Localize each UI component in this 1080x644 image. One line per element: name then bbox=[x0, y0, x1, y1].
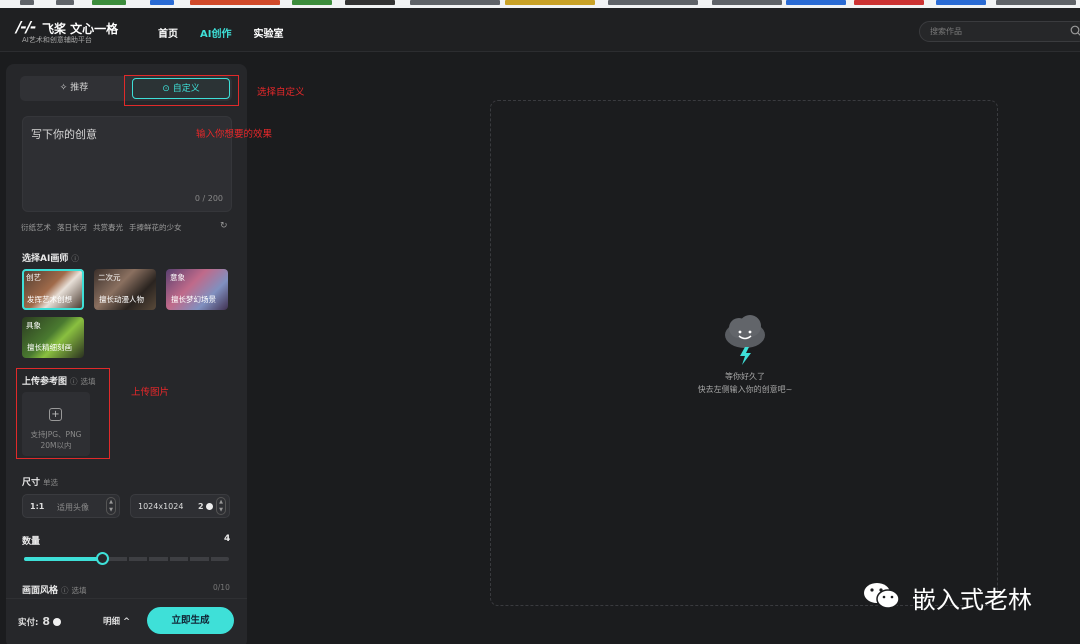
sample-prompt[interactable]: 落日长河 bbox=[57, 222, 87, 233]
quantity-slider-track[interactable] bbox=[24, 557, 229, 561]
points-detail-toggle[interactable]: 明细 ^ bbox=[103, 615, 130, 627]
artist-card-creative[interactable]: 创艺 发挥艺术创想 bbox=[22, 269, 84, 310]
sparkle-icon: ✧ bbox=[59, 83, 71, 93]
artist-desc: 擅长梦幻场景 bbox=[171, 295, 216, 304]
cloud-lightning-icon bbox=[725, 315, 765, 365]
artist-card-anime[interactable]: 二次元 擅长动漫人物 bbox=[94, 269, 156, 310]
artist-tag: 具象 bbox=[26, 321, 41, 330]
search-icon[interactable] bbox=[1070, 25, 1080, 37]
artist-desc: 发挥艺术创想 bbox=[27, 295, 72, 304]
ratio-desc: 适用头像 bbox=[57, 503, 89, 512]
ratio-value: 1:1 bbox=[30, 502, 45, 511]
size-section-title: 尺寸 单选 bbox=[22, 475, 58, 488]
sample-prompt[interactable]: 衍纸艺术 bbox=[21, 222, 51, 233]
size-section-label: 尺寸 bbox=[22, 478, 41, 488]
nav-lab[interactable]: 实验室 bbox=[253, 25, 283, 40]
resolution-cost: 2 bbox=[198, 502, 213, 511]
style-section-title: 画面风格 ⓘ 选填 bbox=[22, 583, 87, 596]
artist-card-dream[interactable]: 意象 擅长梦幻场景 bbox=[166, 269, 228, 310]
style-section-label: 画面风格 bbox=[22, 586, 59, 596]
stepper-icon[interactable]: ▲ ▼ bbox=[216, 497, 226, 515]
logo-subtitle: AI艺术和创意辅助平台 bbox=[22, 36, 92, 44]
quantity-slider-fill bbox=[24, 557, 102, 561]
resolution-select[interactable]: 1024x1024 2 ▲ ▼ bbox=[130, 494, 230, 518]
sample-prompt[interactable]: 手捧鲜花的少女 bbox=[129, 222, 182, 233]
watermark-text: 嵌入式老林 bbox=[912, 586, 1032, 614]
artist-tag: 创艺 bbox=[26, 273, 41, 282]
slider-segment-divider bbox=[208, 557, 211, 561]
slider-segment-divider bbox=[147, 557, 149, 561]
style-optional-hint: 选填 bbox=[71, 586, 87, 595]
annotation-input-effect: 输入你想要的效果 bbox=[196, 129, 273, 140]
slider-segment-divider bbox=[188, 557, 190, 561]
tab-recommend[interactable]: ✧ 推荐 bbox=[22, 78, 126, 99]
annotation-select-custom: 选择自定义 bbox=[257, 87, 305, 98]
tab-recommend-label: 推荐 bbox=[70, 83, 89, 93]
stepper-icon[interactable]: ▲ ▼ bbox=[106, 497, 116, 515]
annotation-box-upload bbox=[16, 368, 110, 459]
quantity-value: 4 bbox=[224, 534, 231, 544]
points-label: 实付: bbox=[18, 618, 39, 628]
style-counter: 0/10 bbox=[213, 583, 230, 592]
search-placeholder: 搜索作品 bbox=[930, 27, 962, 36]
info-icon: ⓘ bbox=[61, 586, 69, 595]
app-header: /-/- 飞桨 文心一格 AI艺术和创意辅助平台 首页 AI创作 实验室 搜索作… bbox=[0, 8, 1080, 52]
artist-section-label: 选择AI画师 bbox=[22, 254, 69, 264]
wechat-icon bbox=[864, 583, 900, 609]
prompt-counter: 0 / 200 bbox=[194, 194, 223, 203]
quantity-slider-handle[interactable] bbox=[95, 552, 109, 565]
result-canvas: 等你好久了 快去左侧输入你的创意吧~ bbox=[490, 100, 998, 606]
search-input[interactable]: 搜索作品 bbox=[919, 21, 1080, 42]
size-single-hint: 单选 bbox=[43, 478, 59, 487]
nav-home[interactable]: 首页 bbox=[158, 25, 178, 40]
refresh-icon[interactable]: ↻ bbox=[220, 221, 228, 231]
info-icon: ⓘ bbox=[71, 254, 79, 263]
empty-state-title: 等你好久了 bbox=[725, 372, 765, 381]
points-value: 8 bbox=[42, 615, 51, 628]
artist-card-concrete[interactable]: 具象 擅长精细刻画 bbox=[22, 317, 84, 358]
slider-segment-divider bbox=[126, 557, 129, 561]
coin-icon bbox=[205, 503, 213, 510]
main-nav: 首页 AI创作 实验室 bbox=[158, 25, 283, 40]
points-summary: 实付: 8 bbox=[18, 615, 62, 628]
annotation-box-custom bbox=[124, 75, 239, 106]
resolution-cost-value: 2 bbox=[198, 502, 204, 511]
coin-icon bbox=[53, 618, 62, 626]
artist-section-title: 选择AI画师 ⓘ bbox=[22, 251, 79, 264]
ratio-select[interactable]: 1:1 适用头像 ▲ ▼ bbox=[22, 494, 120, 518]
resolution-value: 1024x1024 bbox=[138, 502, 184, 511]
artist-desc: 擅长动漫人物 bbox=[99, 295, 144, 304]
panel-footer: 实付: 8 明细 ^ 立即生成 bbox=[6, 598, 247, 644]
generate-button[interactable]: 立即生成 bbox=[147, 607, 234, 634]
creation-panel: ✧ 推荐 ⊙ 自定义 写下你的创意 0 / 200 衍纸艺术 落日长河 共赏春光… bbox=[6, 64, 247, 644]
prompt-placeholder: 写下你的创意 bbox=[31, 128, 97, 141]
logo-mark-icon: /-/- bbox=[16, 18, 36, 36]
browser-bookmarks-bar bbox=[0, 0, 1080, 8]
quantity-label: 数量 bbox=[22, 537, 41, 547]
sample-prompt[interactable]: 共赏春光 bbox=[93, 222, 123, 233]
empty-state-subtitle: 快去左侧输入你的创意吧~ bbox=[697, 385, 793, 394]
artist-tag: 意象 bbox=[170, 273, 185, 282]
artist-desc: 擅长精细刻画 bbox=[27, 343, 72, 352]
nav-ai-create[interactable]: AI创作 bbox=[200, 25, 231, 40]
slider-segment-divider bbox=[167, 557, 170, 561]
sample-prompts: 衍纸艺术 落日长河 共赏春光 手捧鲜花的少女 bbox=[21, 222, 182, 233]
annotation-upload-image: 上传图片 bbox=[131, 387, 170, 398]
artist-tag: 二次元 bbox=[98, 273, 121, 282]
